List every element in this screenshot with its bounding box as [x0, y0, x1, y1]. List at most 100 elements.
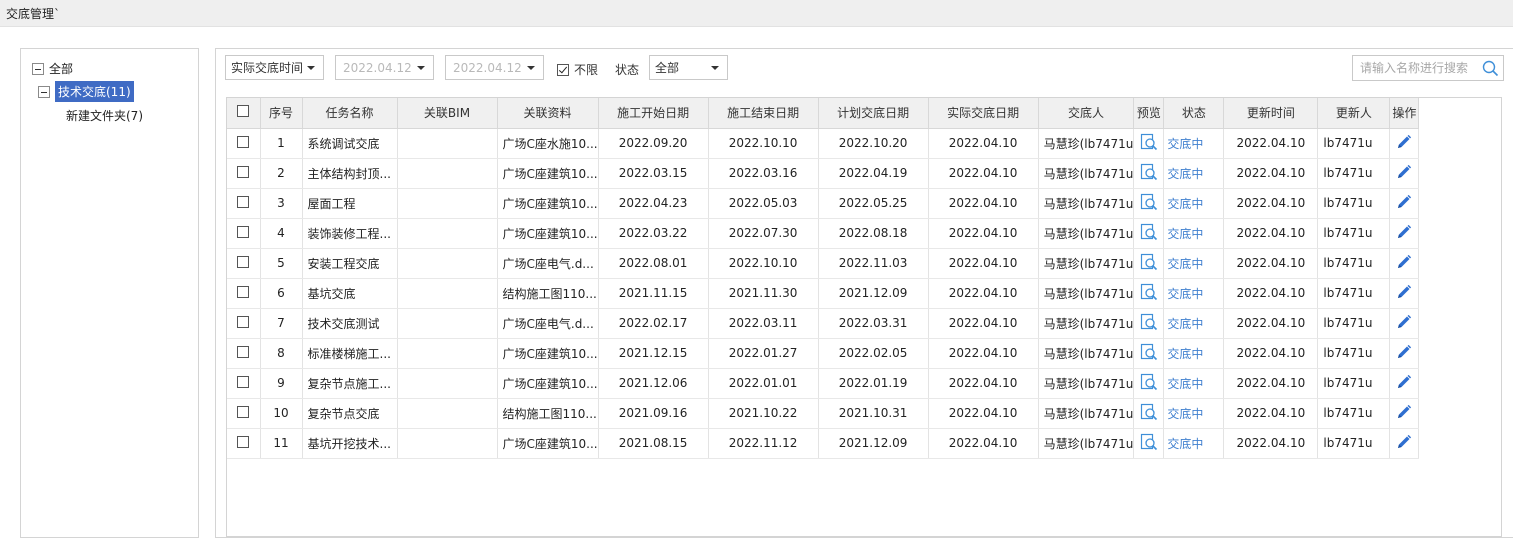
preview-icon[interactable] — [1140, 283, 1158, 304]
tree-node-tech-disclosure[interactable]: 技术交底(11) — [38, 81, 134, 102]
cell-preview[interactable] — [1133, 398, 1165, 429]
edit-icon[interactable] — [1396, 434, 1412, 453]
tree-label-tech-disclosure[interactable]: 技术交底(11) — [55, 81, 134, 102]
cell-select[interactable] — [227, 218, 261, 249]
preview-icon[interactable] — [1140, 223, 1158, 244]
edit-icon[interactable] — [1396, 164, 1412, 183]
edit-icon[interactable] — [1396, 404, 1412, 423]
cell-select[interactable] — [227, 398, 261, 429]
cell-preview[interactable] — [1133, 248, 1165, 279]
preview-icon[interactable] — [1140, 343, 1158, 364]
row-checkbox[interactable] — [237, 225, 250, 238]
table-row[interactable]: 11 基坑开挖技术... 广场C座建筑10... 2021.08.15 2022.11.… — [227, 428, 1420, 459]
tree-label-new-folder[interactable]: 新建文件夹(7) — [66, 107, 143, 124]
row-checkbox[interactable] — [237, 435, 250, 448]
row-checkbox[interactable] — [237, 375, 250, 388]
cell-select[interactable] — [227, 188, 261, 219]
table-row[interactable]: 9 复杂节点施工... 广场C座建筑10... 2021.12.06 2022.01.0… — [227, 368, 1420, 399]
preview-icon[interactable] — [1140, 253, 1158, 274]
edit-icon[interactable] — [1396, 284, 1412, 303]
row-checkbox[interactable] — [237, 195, 250, 208]
tree-node-all[interactable]: 全部 — [32, 60, 73, 77]
tree-label-all[interactable]: 全部 — [49, 60, 73, 77]
cell-preview[interactable] — [1133, 338, 1165, 369]
preview-icon[interactable] — [1140, 193, 1158, 214]
tree-node-new-folder[interactable]: 新建文件夹(7) — [66, 107, 143, 124]
cell-select[interactable] — [227, 278, 261, 309]
table-row[interactable]: 10 复杂节点交底 结构施工图110... 2021.09.16 2021.10.22 2… — [227, 398, 1420, 429]
cell-preview[interactable] — [1133, 188, 1165, 219]
status-select[interactable]: 全部 — [649, 55, 728, 80]
cell-select[interactable] — [227, 158, 261, 189]
table-row[interactable]: 2 主体结构封顶... 广场C座建筑10... 2022.03.15 2022.03.1… — [227, 158, 1420, 189]
select-all-checkbox[interactable] — [237, 105, 250, 118]
cell-task-name: 系统调试交底 — [302, 128, 398, 159]
row-checkbox[interactable] — [237, 255, 250, 268]
row-checkbox[interactable] — [237, 315, 250, 328]
cell-preview[interactable] — [1133, 368, 1165, 399]
row-checkbox[interactable] — [237, 165, 250, 178]
row-checkbox[interactable] — [237, 345, 250, 358]
cell-preview[interactable] — [1133, 308, 1165, 339]
cell-select[interactable] — [227, 128, 261, 159]
cell-preview[interactable] — [1133, 158, 1165, 189]
unlimited-checkbox[interactable] — [557, 63, 569, 76]
cell-select[interactable] — [227, 368, 261, 399]
cell-operations[interactable] — [1389, 158, 1420, 189]
table-row[interactable]: 5 安装工程交底 广场C座电气.d... 2022.08.01 2022.10.10 20… — [227, 248, 1420, 279]
table-row[interactable]: 7 技术交底测试 广场C座电气.d... 2022.02.17 2022.03.11 20… — [227, 308, 1420, 339]
table-row[interactable]: 8 标准楼梯施工... 广场C座建筑10... 2021.12.15 2022.01.2… — [227, 338, 1420, 369]
preview-icon[interactable] — [1140, 433, 1158, 454]
cell-actual-date: 2022.04.10 — [928, 278, 1039, 309]
preview-icon[interactable] — [1140, 373, 1158, 394]
preview-icon[interactable] — [1140, 403, 1158, 424]
collapse-icon[interactable] — [38, 85, 50, 98]
collapse-icon[interactable] — [32, 62, 44, 75]
cell-task-name: 屋面工程 — [302, 188, 398, 219]
cell-preview[interactable] — [1133, 218, 1165, 249]
unlimited-checkbox-group[interactable]: 不限 — [557, 61, 598, 78]
cell-preview[interactable] — [1133, 128, 1165, 159]
cell-operations[interactable] — [1389, 308, 1420, 339]
edit-icon[interactable] — [1396, 254, 1412, 273]
cell-operations[interactable] — [1389, 398, 1420, 429]
preview-icon[interactable] — [1140, 133, 1158, 154]
cell-preview[interactable] — [1133, 428, 1165, 459]
search-icon[interactable] — [1482, 60, 1499, 80]
cell-operations[interactable] — [1389, 338, 1420, 369]
cell-select[interactable] — [227, 308, 261, 339]
row-checkbox[interactable] — [237, 405, 250, 418]
cell-operations[interactable] — [1389, 188, 1420, 219]
cell-actual-date: 2022.04.10 — [928, 368, 1039, 399]
start-date-select[interactable]: 2022.04.12 — [335, 55, 434, 80]
table-row[interactable]: 1 系统调试交底 广场C座水施10... 2022.09.20 2022.10.10 20… — [227, 128, 1420, 159]
cell-operations[interactable] — [1389, 278, 1420, 309]
cell-operations[interactable] — [1389, 218, 1420, 249]
cell-select[interactable] — [227, 428, 261, 459]
cell-select[interactable] — [227, 338, 261, 369]
search-input[interactable] — [1353, 56, 1478, 80]
row-checkbox[interactable] — [237, 135, 250, 148]
edit-icon[interactable] — [1396, 374, 1412, 393]
preview-icon[interactable] — [1140, 163, 1158, 184]
header-select-all[interactable] — [227, 98, 261, 129]
table-row[interactable]: 3 屋面工程 广场C座建筑10... 2022.04.23 2022.05.03 2022… — [227, 188, 1420, 219]
cell-operations[interactable] — [1389, 128, 1420, 159]
edit-icon[interactable] — [1396, 194, 1412, 213]
edit-icon[interactable] — [1396, 134, 1412, 153]
cell-operations[interactable] — [1389, 428, 1420, 459]
edit-icon[interactable] — [1396, 224, 1412, 243]
table-row[interactable]: 4 装饰装修工程... 广场C座建筑10... 2022.03.22 2022.07.3… — [227, 218, 1420, 249]
date-type-select[interactable]: 实际交底时间 — [225, 55, 324, 80]
cell-select[interactable] — [227, 248, 261, 279]
edit-icon[interactable] — [1396, 344, 1412, 363]
edit-icon[interactable] — [1396, 314, 1412, 333]
cell-operations[interactable] — [1389, 248, 1420, 279]
cell-operations[interactable] — [1389, 368, 1420, 399]
end-date-select[interactable]: 2022.04.12 — [445, 55, 544, 80]
cell-preview[interactable] — [1133, 278, 1165, 309]
table-row[interactable]: 6 基坑交底 结构施工图110... 2021.11.15 2021.11.30 2021… — [227, 278, 1420, 309]
preview-icon[interactable] — [1140, 313, 1158, 334]
row-checkbox[interactable] — [237, 285, 250, 298]
search-box[interactable] — [1352, 55, 1504, 81]
